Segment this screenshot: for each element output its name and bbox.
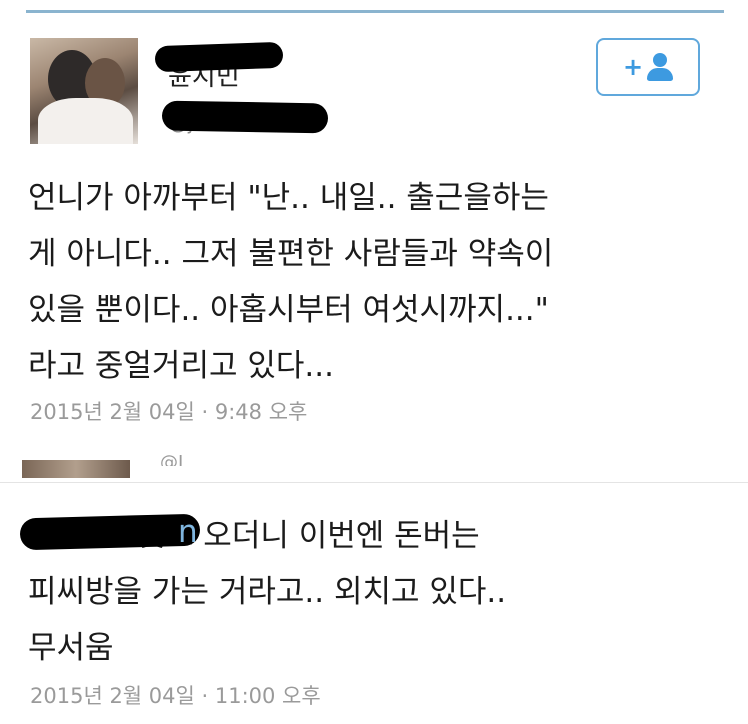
redaction-mark-name (154, 41, 284, 73)
reply-avatar-partial[interactable] (22, 460, 130, 478)
avatar[interactable] (30, 38, 138, 144)
top-divider-line (26, 10, 724, 13)
reply-handle-partial: @J (160, 452, 184, 466)
tweet-divider (0, 482, 748, 483)
redaction-mark-handle (161, 100, 329, 134)
reply-tweet-timestamp[interactable]: 2015년 2월 04일 · 11:00 오후 (30, 680, 321, 710)
tweet-timestamp[interactable]: 2015년 2월 04일 · 9:48 오후 (30, 396, 307, 426)
mention-link-tail[interactable]: n (178, 514, 198, 550)
follow-button[interactable]: + (596, 38, 700, 96)
add-person-icon (647, 53, 674, 81)
redaction-mark-mention (19, 513, 201, 551)
follow-plus-label: + (622, 53, 644, 81)
avatar-figure-light (38, 98, 133, 144)
tweet-text: 언니가 아까부터 "난.. 내일.. 출근을하는 게 아니다.. 그저 불편한 … (28, 180, 554, 384)
